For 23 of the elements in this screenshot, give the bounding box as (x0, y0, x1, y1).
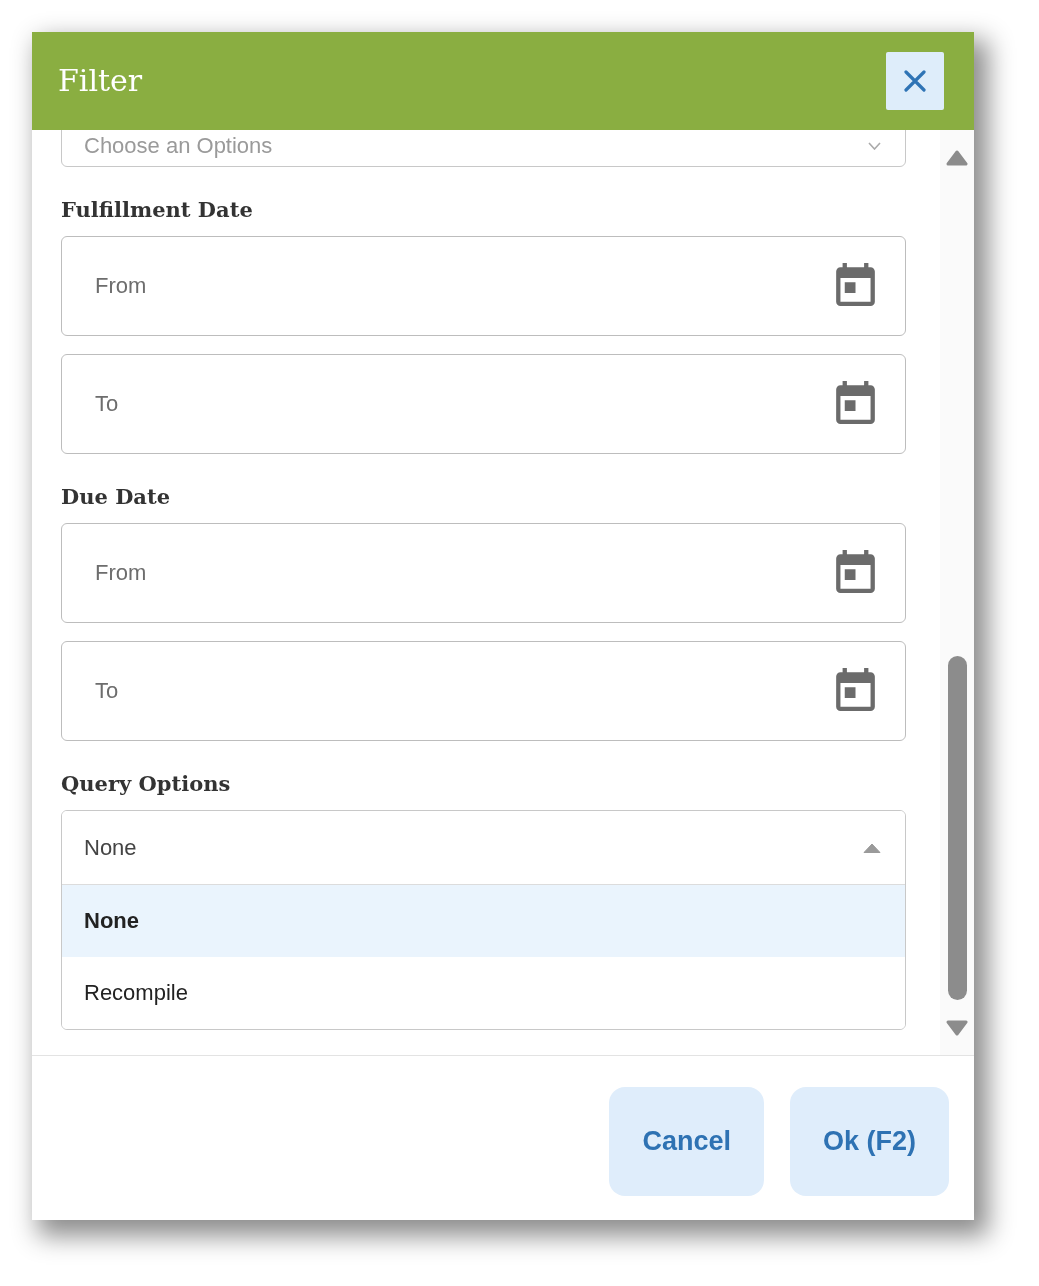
scrollbar-thumb[interactable] (947, 656, 967, 1000)
select-field[interactable]: None (62, 811, 905, 885)
date-input[interactable]: To (61, 641, 906, 741)
field-label: Query Options (61, 770, 231, 798)
date-input[interactable]: To (61, 354, 906, 454)
field-label: Due Date (61, 483, 171, 511)
chevron-down-icon (868, 142, 881, 150)
close-button[interactable] (886, 52, 944, 110)
calendar-icon[interactable] (836, 381, 875, 424)
date-input[interactable]: From (61, 523, 906, 623)
calendar-icon[interactable] (836, 668, 875, 711)
calendar-icon[interactable] (836, 263, 875, 306)
calendar-icon[interactable] (836, 550, 875, 593)
dropdown-option[interactable]: None (62, 885, 905, 957)
field-label: Fulfillment Date (61, 196, 253, 224)
cancel-button[interactable]: Cancel (609, 1087, 764, 1196)
scroll-up-icon[interactable] (946, 150, 968, 166)
date-input[interactable]: From (61, 236, 906, 336)
dialog-title: Filter (58, 62, 143, 100)
scroll-down-icon[interactable] (946, 1020, 968, 1036)
caret-up-icon (863, 842, 881, 853)
close-icon (904, 70, 926, 92)
ok-button[interactable]: Ok (F2) (790, 1087, 949, 1196)
